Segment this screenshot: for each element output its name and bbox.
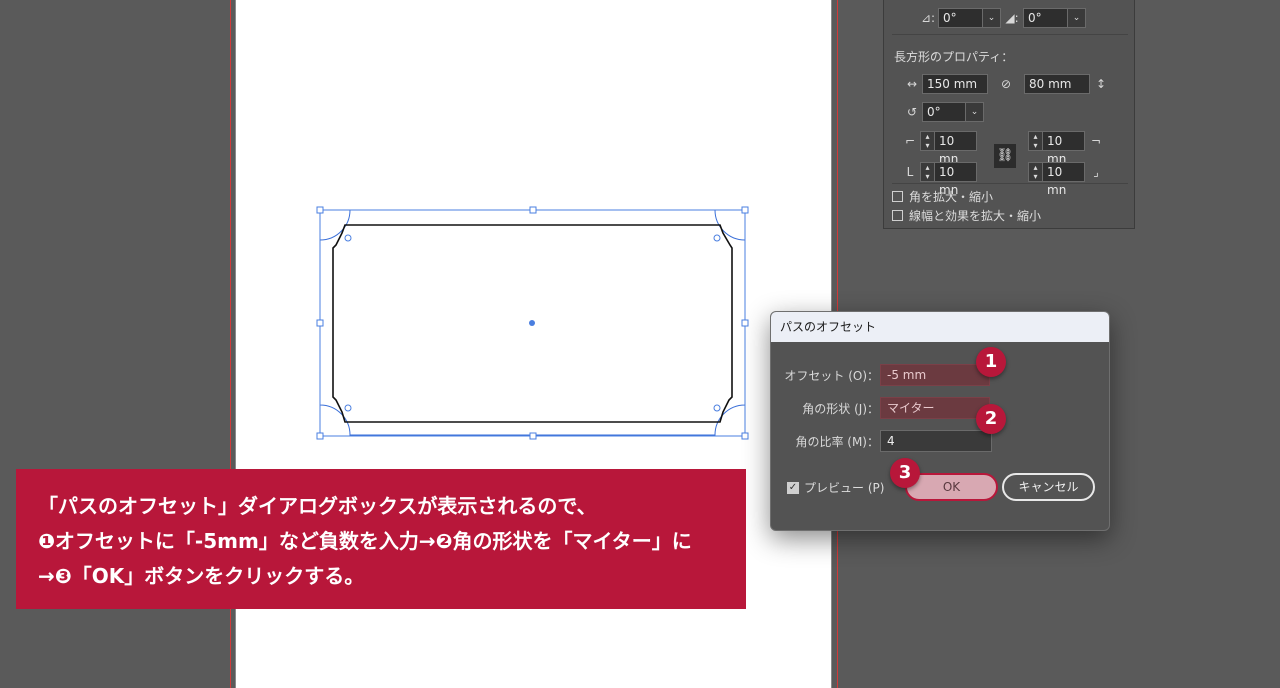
scale-strokes-checkbox[interactable]: 線幅と効果を拡大・縮小 <box>892 207 1041 224</box>
step-badge-3: 3 <box>890 458 920 488</box>
rotate-icon: ↺ <box>906 105 918 119</box>
corner-tl-icon[interactable]: ⌐ <box>900 134 920 148</box>
link-icon[interactable]: ⊘ <box>988 77 1024 91</box>
section-title: 長方形のプロパティ： <box>894 50 1014 64</box>
offset-input[interactable]: -5 mm <box>880 364 990 386</box>
corner-bl-field[interactable]: 10 mn <box>934 162 977 197</box>
rotation-field[interactable]: 0° <box>922 102 966 122</box>
height-field[interactable]: 80 mm <box>1024 74 1090 94</box>
rotation-row: ↺ 0° ⌄ <box>902 102 984 122</box>
properties-panel: ⊿: 0° ⌄ ◢: 0° ⌄ 長方形のプロパティ： ↔ 150 mm ⊘ 80… <box>883 0 1135 229</box>
cancel-button[interactable]: キャンセル <box>1002 473 1095 501</box>
corner-link: ⛓ <box>994 144 1016 168</box>
chain-link-icon[interactable]: ⛓ <box>994 144 1016 168</box>
miter-label: 角の比率 (M)： <box>795 435 879 449</box>
height-icon: ↕ <box>1095 77 1107 91</box>
corner-br-icon[interactable]: ⌟ <box>1085 165 1107 179</box>
corner-br-field[interactable]: 10 mn <box>1042 162 1085 197</box>
corner-tr-field[interactable]: 10 mn <box>1042 131 1085 166</box>
caption-line-3: →❸「OK」ボタンをクリックする。 <box>38 564 365 588</box>
scale-corners-label: 角を拡大・縮小 <box>909 190 994 204</box>
chevron-down-icon[interactable]: ⌄ <box>966 102 984 122</box>
stepper-icon[interactable]: ▴ ▾ <box>1028 162 1042 182</box>
caption-line-1: 「パスのオフセット」ダイアログボックスが表示されるので、 <box>38 494 597 518</box>
step-badge-1: 1 <box>976 347 1006 377</box>
shear-row: ⊿: 0° ⌄ ◢: 0° ⌄ <box>918 8 1086 28</box>
corner-tl-field[interactable]: 10 mn <box>934 131 977 166</box>
corner-bottom-row: L ▴ ▾ 10 mn <box>900 162 977 197</box>
corner-bl-icon[interactable]: L <box>900 165 920 179</box>
offset-path-dialog: パスのオフセット オフセット (O)： -5 mm 角の形状 (J)： マイター… <box>770 311 1110 531</box>
width-icon: ↔ <box>906 77 918 91</box>
stepper-icon[interactable]: ▴ ▾ <box>920 131 934 151</box>
selected-rectangle[interactable] <box>310 200 755 445</box>
shear-field[interactable]: 0° <box>1023 8 1068 28</box>
caption-line-2: ❶オフセットに「-5mm」など負数を入力→❷角の形状を「マイター」に <box>38 529 692 553</box>
checkbox-icon[interactable] <box>892 191 903 202</box>
instruction-caption: 「パスのオフセット」ダイアログボックスが表示されるので、 ❶オフセットに「-5m… <box>16 469 746 609</box>
checkmark-icon[interactable]: ✓ <box>787 481 799 494</box>
corner-tr-icon[interactable]: ¬ <box>1085 134 1107 148</box>
chevron-down-icon[interactable]: ⌄ <box>983 8 1001 28</box>
scale-corners-checkbox[interactable]: 角を拡大・縮小 <box>892 188 993 205</box>
scale-strokes-label: 線幅と効果を拡大・縮小 <box>909 209 1042 223</box>
divider <box>892 34 1128 35</box>
shear-icon: ◢: <box>1005 11 1019 25</box>
divider <box>892 183 1128 184</box>
angle-field[interactable]: 0° <box>938 8 983 28</box>
stepper-icon[interactable]: ▴ ▾ <box>1028 131 1042 151</box>
checkbox-icon[interactable] <box>892 210 903 221</box>
step-badge-2: 2 <box>976 404 1006 434</box>
dialog-title: パスのオフセット <box>771 312 1109 342</box>
width-field[interactable]: 150 mm <box>922 74 988 94</box>
center-point <box>529 320 535 326</box>
offset-label: オフセット (O)： <box>784 369 879 383</box>
stepper-icon[interactable]: ▴ ▾ <box>920 162 934 182</box>
miter-input[interactable]: 4 <box>880 430 992 452</box>
join-select[interactable]: マイター <box>880 397 990 419</box>
join-select-value: マイター <box>887 401 935 415</box>
chevron-down-icon[interactable]: ⌄ <box>1068 8 1086 28</box>
preview-checkbox[interactable]: ✓ プレビュー (P) <box>787 479 884 496</box>
size-row: ↔ 150 mm ⊘ 80 mm ↕ <box>902 74 1112 94</box>
join-label: 角の形状 (J)： <box>802 402 879 416</box>
corner-bottom-right-row: ▴ ▾ 10 mn ⌟ <box>1028 162 1107 197</box>
corner-top-row: ⌐ ▴ ▾ 10 mn <box>900 131 977 166</box>
corner-top-right-row: ▴ ▾ 10 mn ¬ <box>1028 131 1107 166</box>
preview-label: プレビュー (P) <box>804 481 885 495</box>
rotate-angle-icon: ⊿: <box>920 11 936 25</box>
